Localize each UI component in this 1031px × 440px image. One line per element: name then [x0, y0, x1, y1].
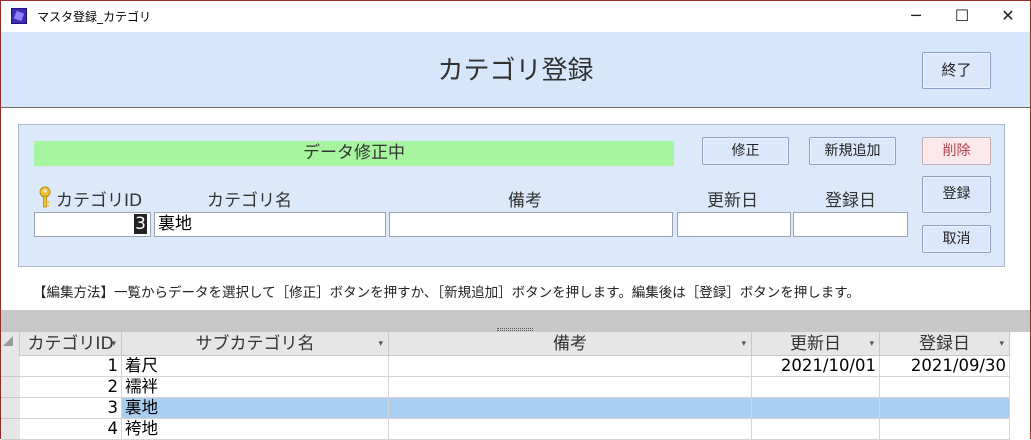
record-selector[interactable] [1, 356, 20, 377]
column-header-subcategory-name[interactable]: サブカテゴリ名 ▾ [122, 332, 389, 356]
select-all-corner[interactable] [3, 336, 13, 346]
maximize-button[interactable]: ☐ [939, 4, 985, 28]
cell-updated[interactable] [752, 419, 880, 440]
label-category-name: カテゴリ名 [207, 191, 292, 211]
record-selector[interactable] [1, 398, 20, 419]
category-id-field[interactable]: 3 [34, 212, 151, 237]
category-id-value: 3 [134, 214, 147, 234]
cell-id[interactable]: 2 [20, 377, 122, 398]
new-button[interactable]: 新規追加 [809, 137, 896, 165]
table-row[interactable]: 2 襦袢 [20, 377, 1010, 398]
cell-remarks[interactable] [389, 398, 752, 419]
remarks-field[interactable] [389, 212, 673, 237]
cell-name[interactable]: 着尺 [122, 356, 389, 377]
window-titlebar [0, 0, 1031, 32]
cell-registered[interactable] [880, 419, 1010, 440]
record-selector[interactable] [1, 377, 20, 398]
updated-date-field[interactable] [677, 212, 791, 237]
table-row[interactable]: 4 袴地 [20, 419, 1010, 440]
modify-button[interactable]: 修正 [702, 137, 789, 165]
label-updated: 更新日 [707, 191, 758, 211]
delete-button[interactable]: 削除 [922, 137, 991, 165]
cell-remarks[interactable] [389, 419, 752, 440]
table-row[interactable]: 1 着尺 2021/10/01 2021/09/30 [20, 356, 1010, 377]
record-selector[interactable] [1, 419, 20, 440]
page-title: カテゴリ登録 [437, 56, 594, 86]
key-icon [39, 186, 51, 208]
exit-button[interactable]: 終了 [922, 52, 991, 89]
cell-id[interactable]: 4 [20, 419, 122, 440]
column-header-registered[interactable]: 登録日 ▾ [880, 332, 1010, 356]
window-title: マスタ登録_カテゴリ [37, 10, 152, 24]
close-button[interactable]: ✕ [985, 4, 1031, 28]
cell-name[interactable]: 袴地 [122, 419, 389, 440]
registered-date-field[interactable] [793, 212, 908, 237]
splitter-grip[interactable] [497, 328, 533, 331]
cell-name[interactable]: 裏地 [122, 398, 389, 419]
sort-dropdown-icon[interactable]: ▾ [111, 332, 116, 355]
sort-dropdown-icon[interactable]: ▾ [378, 332, 383, 355]
cell-updated[interactable] [752, 377, 880, 398]
register-button[interactable]: 登録 [922, 176, 991, 213]
cell-updated[interactable] [752, 398, 880, 419]
cell-updated[interactable]: 2021/10/01 [752, 356, 880, 377]
column-header-updated[interactable]: 更新日 ▾ [752, 332, 880, 356]
cell-registered[interactable]: 2021/09/30 [880, 356, 1010, 377]
sort-dropdown-icon[interactable]: ▾ [999, 332, 1004, 355]
cell-registered[interactable] [880, 377, 1010, 398]
category-name-field[interactable]: 裏地 [154, 212, 386, 237]
cell-name[interactable]: 襦袢 [122, 377, 389, 398]
label-category-id: カテゴリID [56, 191, 143, 211]
label-remarks: 備考 [508, 191, 542, 211]
column-header-remarks[interactable]: 備考 ▾ [389, 332, 752, 356]
table-row-selected[interactable]: 3 裏地 [20, 398, 1010, 419]
cell-remarks[interactable] [389, 377, 752, 398]
app-icon [11, 8, 27, 24]
cell-remarks[interactable] [389, 356, 752, 377]
instruction-text: 【編集方法】一覧からデータを選択して［修正］ボタンを押すか、［新規追加］ボタンを… [33, 285, 860, 301]
label-registered: 登録日 [825, 191, 876, 211]
edit-status-banner: データ修正中 [34, 141, 674, 166]
sort-dropdown-icon[interactable]: ▾ [741, 332, 746, 355]
minimize-button[interactable]: ─ [893, 4, 939, 28]
cell-registered[interactable] [880, 398, 1010, 419]
cancel-button[interactable]: 取消 [922, 225, 991, 253]
column-header-category-id[interactable]: カテゴリID ▾ [20, 332, 122, 356]
cell-id[interactable]: 3 [20, 398, 122, 419]
sort-dropdown-icon[interactable]: ▾ [869, 332, 874, 355]
cell-id[interactable]: 1 [20, 356, 122, 377]
